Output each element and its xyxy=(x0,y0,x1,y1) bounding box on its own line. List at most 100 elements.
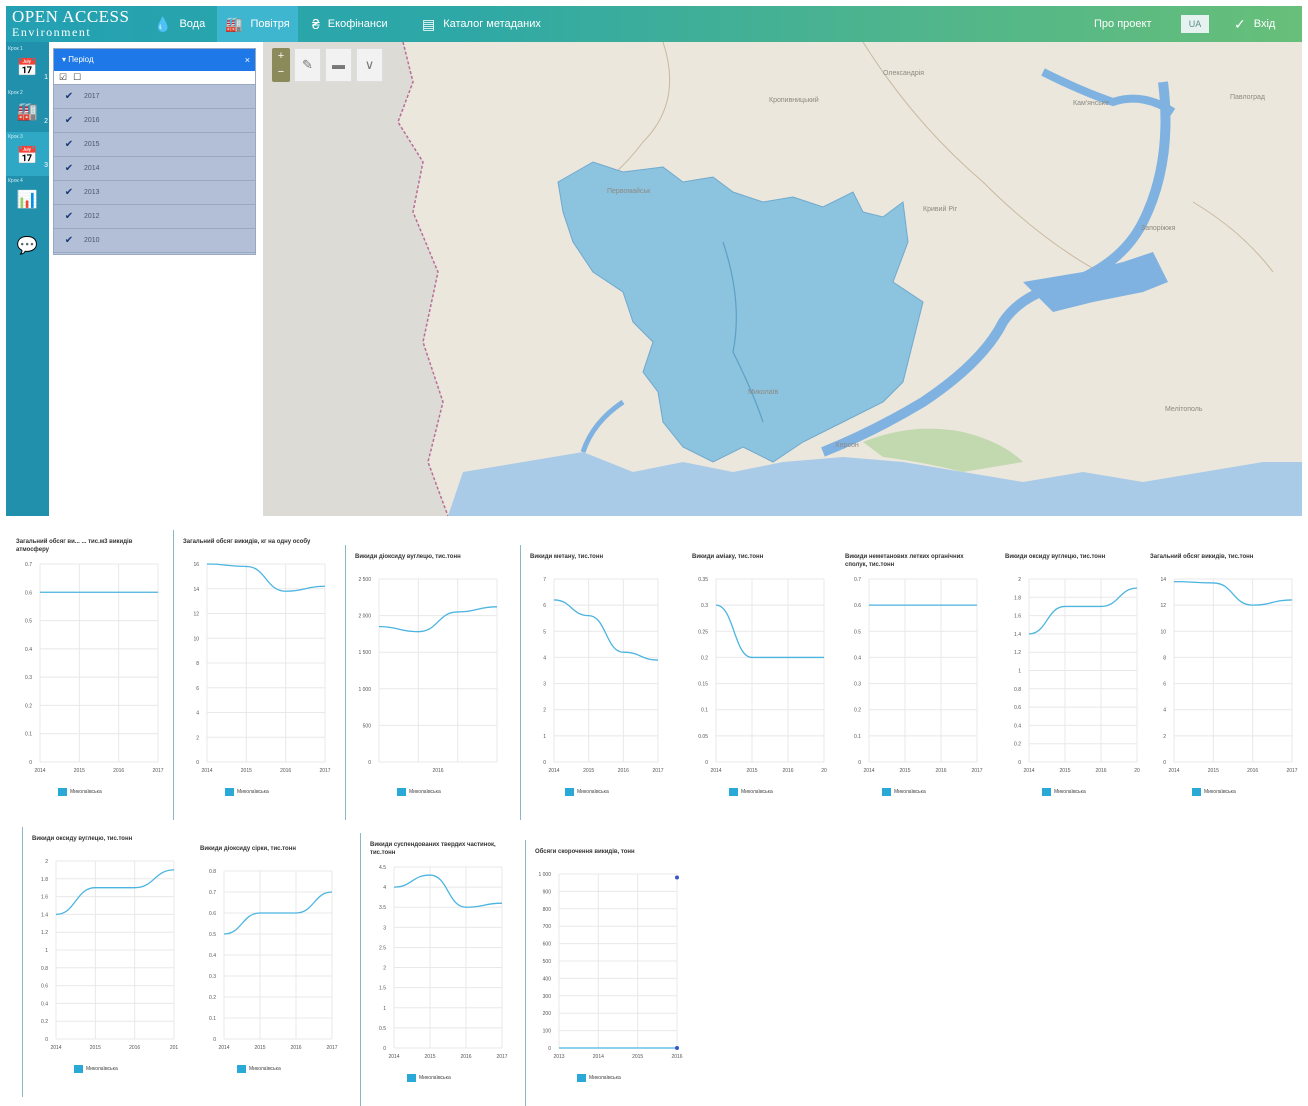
period-panel-header[interactable]: ▾ Період × xyxy=(54,49,255,71)
year-row[interactable]: ✔ 2013 xyxy=(54,181,255,205)
x-tick-label: 2015 xyxy=(1208,768,1219,774)
period-panel-tools: ☑ ☐ xyxy=(54,71,255,85)
checkbox-checked-icon[interactable]: ✔ xyxy=(54,163,84,174)
checkbox-checked-icon[interactable]: ✔ xyxy=(54,235,84,246)
map-toolbar: + − ✎ ▬ ∨ xyxy=(272,48,383,82)
draw-polygon-button[interactable]: ▬ xyxy=(325,48,352,82)
chart-legend[interactable]: Миколаївська xyxy=(882,788,926,796)
login-button[interactable]: ✓ Вхід xyxy=(1226,6,1283,42)
chart-legend[interactable]: Миколаївська xyxy=(577,1074,621,1082)
top-navigation-bar: OPEN ACCESS Environment 💧 Вода 🏭 Повітря… xyxy=(6,6,1302,42)
zoom-out-button[interactable]: − xyxy=(272,64,290,80)
chart-c1: Загальний обсяг ви... ... тис.м3 викидів… xyxy=(6,530,166,820)
chart-c7: Викиди оксиду вуглецю, тис.тонн 0 0.2 0.4 0.… xyxy=(995,545,1145,820)
rail-step-2[interactable]: Крок 2 🏭 2 xyxy=(6,88,49,132)
y-tick-label: 0.7 xyxy=(209,890,216,896)
nav-air[interactable]: 🏭 Повітря xyxy=(217,6,298,42)
map-canvas[interactable] xyxy=(263,42,1302,516)
legend-swatch xyxy=(882,788,891,796)
factory-icon: 🏭 xyxy=(16,102,39,121)
y-tick-label: 0 xyxy=(45,1037,48,1043)
y-tick-label: 300 xyxy=(543,994,552,1000)
legend-swatch xyxy=(1192,788,1201,796)
layers-button[interactable]: ∨ xyxy=(356,48,383,82)
chart-c6: Викиди неметанових летких органічних спо… xyxy=(835,545,985,820)
year-row[interactable]: ✔ 2012 xyxy=(54,205,255,229)
y-tick-label: 0.4 xyxy=(25,647,32,653)
year-row[interactable]: ✔ 2014 xyxy=(54,157,255,181)
y-tick-label: 8 xyxy=(1163,655,1166,661)
y-tick-label: 2.5 xyxy=(379,945,386,951)
checkbox-checked-icon[interactable]: ✔ xyxy=(54,91,84,102)
legend-label: Миколаївська xyxy=(894,789,926,795)
rail-step-4[interactable]: Крок 4 📊 xyxy=(6,176,49,220)
map-label-melitopol: Мелітополь xyxy=(1165,406,1203,413)
hryvnia-icon: ₴ xyxy=(312,16,320,32)
x-tick-label: 2017 xyxy=(496,1054,507,1060)
year-label: 2016 xyxy=(84,117,100,124)
y-tick-label: 0.2 xyxy=(1014,742,1021,748)
nav-water[interactable]: 💧 Вода xyxy=(146,6,213,42)
chart-legend[interactable]: Миколаївська xyxy=(565,788,609,796)
checkbox-checked-icon[interactable]: ✔ xyxy=(54,115,84,126)
logo[interactable]: OPEN ACCESS Environment xyxy=(12,8,144,40)
rail-step-1[interactable]: Крок 1 📅 1 xyxy=(6,44,49,88)
nav-metadata-catalog[interactable]: ▤ Каталог метаданих xyxy=(414,6,549,42)
rail-step-3[interactable]: Крок 3 📅 3 xyxy=(6,132,49,176)
y-tick-label: 2 xyxy=(196,735,199,741)
chart-legend[interactable]: Миколаївська xyxy=(1042,788,1086,796)
y-tick-label: 0 xyxy=(383,1046,386,1052)
chart-legend[interactable]: Миколаївська xyxy=(237,1065,281,1073)
checkbox-checked-icon[interactable]: ✔ xyxy=(54,187,84,198)
deselect-all-icon[interactable]: ☐ xyxy=(73,72,81,83)
chart-legend[interactable]: Миколаївська xyxy=(1192,788,1236,796)
zoom-control[interactable]: + − xyxy=(272,48,290,82)
chart-legend[interactable]: Миколаївська xyxy=(225,788,269,796)
x-tick-label: 2015 xyxy=(254,1045,265,1051)
checkbox-checked-icon[interactable]: ✔ xyxy=(54,211,84,222)
y-tick-label: 2 xyxy=(1163,734,1166,740)
chart-legend[interactable]: Миколаївська xyxy=(407,1074,451,1082)
map-label-zaporizhzhia: Запоріжжя xyxy=(1141,225,1176,232)
chart-legend[interactable]: Миколаївська xyxy=(74,1065,118,1073)
data-point[interactable] xyxy=(675,875,679,880)
draw-line-button[interactable]: ✎ xyxy=(294,48,321,82)
y-tick-label: 10 xyxy=(1160,629,1166,635)
about-project-link[interactable]: Про проект xyxy=(1086,6,1159,42)
comment-icon: 💬 xyxy=(16,236,39,255)
logo-line-1: OPEN ACCESS xyxy=(12,7,130,26)
chart-legend[interactable]: Миколаївська xyxy=(397,788,441,796)
y-tick-label: 16 xyxy=(193,562,199,568)
year-row[interactable]: ✔ 2017 xyxy=(54,85,255,109)
year-row[interactable]: ✔ 2010 xyxy=(54,229,255,253)
y-tick-label: 0.15 xyxy=(698,682,708,688)
y-tick-label: 500 xyxy=(543,959,552,965)
language-switch[interactable]: UA xyxy=(1181,15,1209,33)
chart-legend[interactable]: Миколаївська xyxy=(729,788,773,796)
y-tick-label: 6 xyxy=(543,603,546,609)
map-view[interactable]: Первомайськ Кропивницький Олександрія Ка… xyxy=(263,42,1302,516)
checkbox-checked-icon[interactable]: ✔ xyxy=(54,139,84,150)
x-tick-label: 2015 xyxy=(74,768,85,774)
x-tick-label: 2014 xyxy=(1168,768,1179,774)
y-tick-label: 3 xyxy=(543,682,546,688)
chart-plot: 0 0.1 0.2 0.3 0.4 0.5 0.6 0.7 0.8 2014 2015 2016 201… xyxy=(209,869,338,1051)
close-icon[interactable]: × xyxy=(245,49,250,71)
rail-comments[interactable]: 💬 xyxy=(6,222,49,266)
zoom-in-button[interactable]: + xyxy=(272,48,290,64)
legend-label: Миколаївська xyxy=(577,789,609,795)
layers-icon: ∨ xyxy=(364,57,375,72)
year-row[interactable]: ✔ 2016 xyxy=(54,109,255,133)
x-tick-label: 2015 xyxy=(746,768,757,774)
bar-chart-icon: 📊 xyxy=(16,190,39,209)
nav-ecofinance[interactable]: ₴ Екофінанси xyxy=(304,6,396,42)
rail-step-2-num: 2 xyxy=(44,118,48,125)
year-list: ✔ 2017 ✔ 2016 ✔ 2015 ✔ 2014 ✔ 2013 ✔ 2012 ✔ 2010 xyxy=(54,85,255,253)
map-label-mykolaiv: Миколаїв xyxy=(748,389,779,396)
select-all-icon[interactable]: ☑ xyxy=(59,72,67,83)
y-tick-label: 3 xyxy=(383,925,386,931)
chart-legend[interactable]: Миколаївська xyxy=(58,788,102,796)
x-tick-label: 2014 xyxy=(50,1045,61,1051)
year-row[interactable]: ✔ 2015 xyxy=(54,133,255,157)
data-point[interactable] xyxy=(675,1046,679,1050)
